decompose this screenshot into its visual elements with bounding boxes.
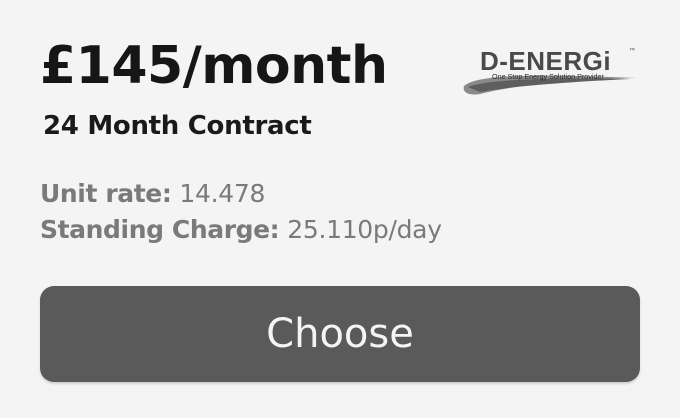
plan-contract-length: 24 Month Contract	[43, 111, 312, 141]
d-energi-logo: D-ENERGi ™ One Stop Energy Solution Prov…	[463, 46, 636, 95]
choose-button[interactable]: Choose	[40, 286, 640, 382]
tariff-card: £145/month 24 Month Contract Unit rate: …	[0, 0, 680, 418]
logo-tagline: One Stop Energy Solution Provider	[492, 72, 604, 81]
standing-charge-row: Standing Charge: 25.110p/day	[40, 212, 442, 248]
rate-details: Unit rate: 14.478 Standing Charge: 25.11…	[40, 176, 442, 248]
unit-rate-value: 14.478	[179, 179, 266, 208]
logo-trademark: ™	[629, 47, 635, 54]
standing-charge-label: Standing Charge:	[40, 215, 280, 244]
plan-price: £145/month	[40, 36, 388, 96]
standing-charge-value: 25.110p/day	[287, 215, 442, 244]
unit-rate-row: Unit rate: 14.478	[40, 176, 442, 212]
unit-rate-label: Unit rate:	[40, 179, 172, 208]
